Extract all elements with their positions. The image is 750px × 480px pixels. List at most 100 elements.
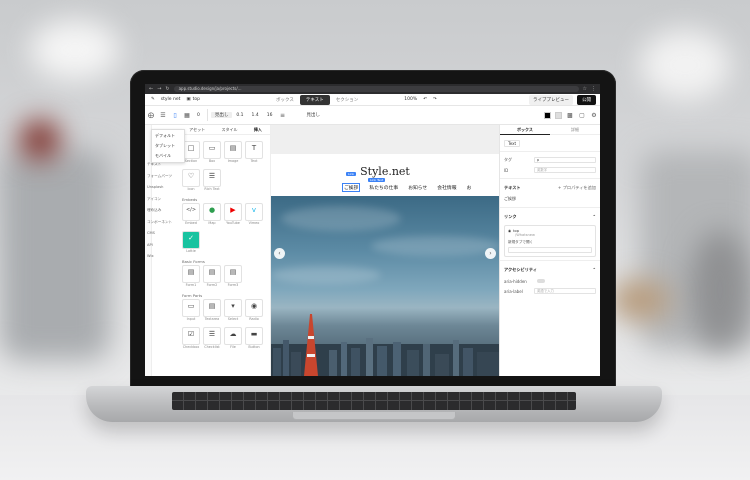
device-option-tablet[interactable]: タブレット	[152, 141, 184, 151]
palette-item[interactable]: v Vimeo	[245, 203, 263, 228]
palette-item[interactable]: ▶ YouTube	[224, 203, 242, 228]
tab-box-props[interactable]: ボックス	[500, 125, 550, 135]
category-item[interactable]: テキスト	[147, 162, 181, 174]
category-item[interactable]: Unsplash	[147, 185, 181, 197]
site-header[interactable]: Style.net Link Link Text ご挨拶 私たちの仕事 お知らせ…	[271, 154, 499, 196]
category-item[interactable]: コンポーネント	[147, 220, 181, 232]
layers-icon[interactable]: ☰	[157, 112, 169, 119]
tab-text[interactable]: テキスト	[299, 94, 330, 105]
device-option-mobile[interactable]: モバイル	[152, 151, 184, 161]
tab-insert[interactable]: 挿入	[254, 127, 262, 133]
letter-spacing-value[interactable]: 1.4	[248, 113, 263, 118]
hero-image-tokyo[interactable]: ‹ ›	[271, 196, 499, 376]
link-target-sub: /Whatsnew	[515, 233, 535, 237]
bookmark-star-icon[interactable]: ☆	[583, 84, 587, 94]
id-field[interactable]: 英数字	[534, 167, 596, 173]
forward-icon[interactable]: →	[157, 84, 161, 94]
add-property-button[interactable]: + プロパティを追加	[558, 185, 596, 191]
palette-item[interactable]: ▤ Form3	[224, 265, 242, 290]
category-item[interactable]: Wix	[147, 254, 181, 266]
device-icon[interactable]: ▯	[169, 112, 181, 119]
tab-section[interactable]: セクション	[330, 95, 365, 105]
category-item[interactable]: API	[147, 243, 181, 255]
tab-box[interactable]: ボックス	[270, 95, 300, 105]
aria-hidden-toggle[interactable]	[537, 279, 545, 283]
category-item[interactable]: 埋め込み	[147, 208, 181, 220]
grid-icon[interactable]: ▦	[181, 112, 193, 119]
palette-item[interactable]: ▭ Box	[203, 141, 221, 166]
palette-item[interactable]: T Text	[245, 141, 263, 166]
palette-item[interactable]: ☑ Checkbox	[182, 327, 200, 352]
chevron-left-icon[interactable]: ‹	[274, 248, 285, 259]
palette-item[interactable]: ▤ Form1	[182, 265, 200, 290]
new-tab-option[interactable]: 新規タブで開く	[508, 240, 592, 245]
design-canvas[interactable]: Style.net Link Link Text ご挨拶 私たちの仕事 お知らせ…	[271, 125, 499, 376]
palette-item[interactable]: ☰ Rich Text	[203, 169, 221, 194]
button-icon: ▬ Button	[245, 327, 263, 349]
border-icon[interactable]: ▢	[576, 112, 588, 119]
tile-label: Form1	[185, 283, 197, 287]
page-name[interactable]: top	[193, 97, 200, 102]
tab-assets[interactable]: アセット	[189, 127, 205, 133]
shadow-icon[interactable]: ▩	[564, 112, 576, 119]
publish-button[interactable]: 公開	[577, 94, 596, 105]
text-value[interactable]: ご挨拶	[504, 196, 516, 202]
category-item[interactable]: フォームパーツ	[147, 174, 181, 186]
link-url-field[interactable]	[508, 247, 592, 253]
text-color-swatch[interactable]	[544, 111, 551, 119]
font-size-value[interactable]: 16	[263, 113, 277, 118]
palette-item[interactable]: ▭ Input	[182, 299, 200, 324]
collapse-icon[interactable]: ⌃	[592, 267, 596, 273]
tab-detail[interactable]: 詳細	[550, 127, 600, 133]
bg-color-swatch[interactable]	[555, 111, 562, 119]
align-icon[interactable]: ≡	[276, 112, 288, 119]
text-style-select[interactable]: 見出し	[302, 112, 324, 118]
palette-item[interactable]: ▤ Textarea	[203, 299, 221, 324]
address-bar[interactable]: app.studio.design/ja/projects/...	[173, 86, 579, 92]
browser-menu-icon[interactable]: ⋮	[591, 84, 596, 94]
chevron-right-icon[interactable]: ›	[485, 248, 496, 259]
tag-type-select[interactable]: Text	[504, 139, 521, 147]
category-item[interactable]: アイコン	[147, 197, 181, 209]
font-weight-value[interactable]: 0	[193, 113, 204, 118]
device-option-default[interactable]: デフォルト	[152, 131, 184, 141]
style-value[interactable]: 見出し	[210, 112, 233, 118]
keyboard-row-divider	[172, 400, 576, 401]
collapse-icon[interactable]: ⌃	[592, 214, 596, 220]
add-icon[interactable]: ⨁	[145, 112, 157, 119]
undo-icon[interactable]: ↶	[423, 97, 427, 102]
a11y-section-title: アクセシビリティ	[504, 267, 538, 272]
palette-item[interactable]: ▤ Image	[224, 141, 242, 166]
palette-item[interactable]: ☁ File	[224, 327, 242, 352]
palette-item[interactable]: ✓ Lottie	[182, 231, 200, 256]
palette-item[interactable]: ◉ Radio	[245, 299, 263, 324]
category-item[interactable]: CMS	[147, 231, 181, 243]
back-icon[interactable]: ←	[149, 84, 153, 94]
palette-item[interactable]: ♡ Icon	[182, 169, 200, 194]
palette-item[interactable]: ▤ Form2	[203, 265, 221, 290]
nav-item-news[interactable]: お知らせ	[408, 184, 427, 191]
palette-item[interactable]: ☰ Checklist	[203, 327, 221, 352]
tag-field[interactable]: p	[534, 157, 596, 163]
nav-item-work[interactable]: 私たちの仕事	[369, 184, 398, 191]
project-name[interactable]: style net	[161, 97, 181, 102]
line-height-value[interactable]: 0.1	[232, 113, 247, 118]
settings-icon[interactable]: ⚙	[588, 112, 600, 119]
palette-item[interactable]: </> Embed	[182, 203, 200, 228]
palette-item[interactable]: ▾ Select	[224, 299, 242, 324]
pen-icon[interactable]: ✎	[151, 97, 155, 102]
redo-icon[interactable]: ↷	[433, 97, 437, 102]
tile-label: Form3	[227, 283, 239, 287]
nav-item-more[interactable]: お	[467, 184, 472, 191]
tab-style[interactable]: スタイル	[221, 127, 237, 133]
site-title[interactable]: Style.net	[271, 165, 499, 178]
live-preview-button[interactable]: ライブプレビュー	[529, 94, 573, 105]
zoom-level[interactable]: 100%	[404, 97, 417, 102]
reload-icon[interactable]: ↻	[165, 84, 169, 94]
nav-item-company[interactable]: 会社情報	[437, 184, 456, 191]
aria-label-field[interactable]: 英語で入力	[534, 288, 596, 294]
palette-item[interactable]: ● Map	[203, 203, 221, 228]
nav-item-greeting[interactable]: ご挨拶	[341, 183, 361, 192]
palette-item[interactable]: ▬ Button	[245, 327, 263, 352]
tile-label: Vimeo	[248, 221, 260, 225]
